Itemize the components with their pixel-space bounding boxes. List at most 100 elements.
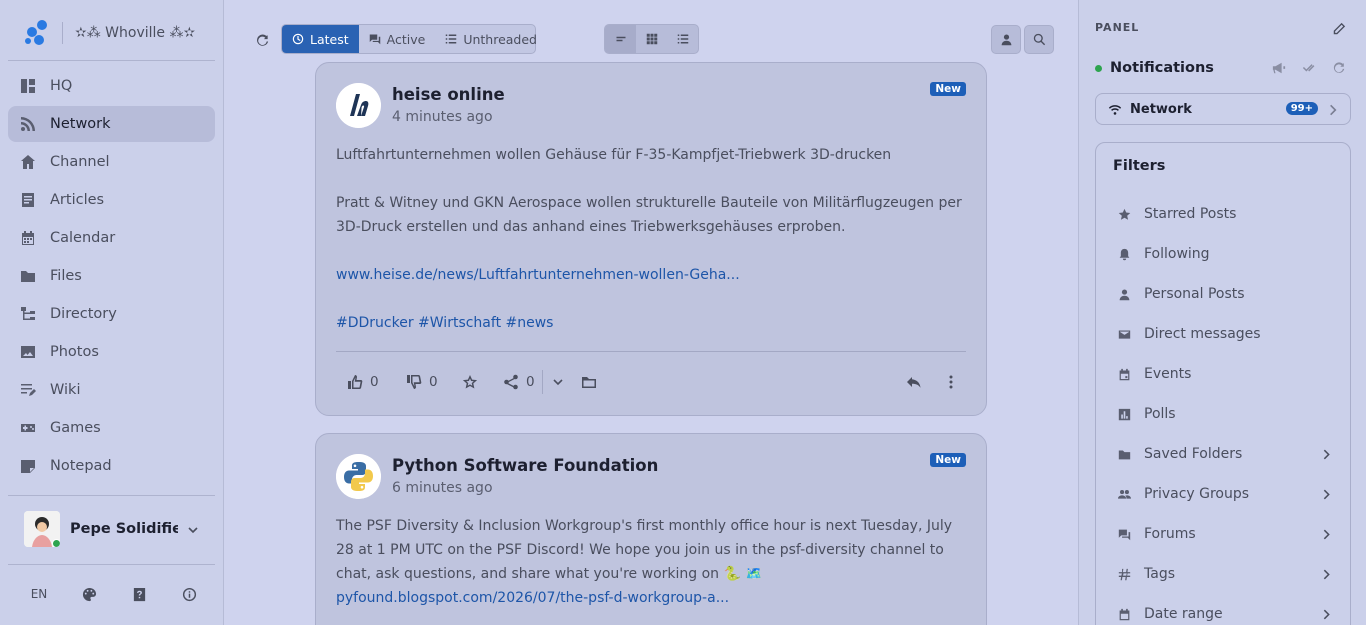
nav-item-articles[interactable]: Articles: [8, 182, 215, 218]
post-link[interactable]: pyfound.blogspot.com/2026/07/the-psf-d-w…: [336, 590, 729, 606]
filter-date-range[interactable]: Date range: [1118, 602, 1332, 625]
palette-icon[interactable]: [74, 584, 104, 604]
tab-unthreaded[interactable]: Unthreaded: [435, 25, 547, 53]
star-button[interactable]: [462, 372, 485, 392]
calendar-icon: [1118, 608, 1131, 621]
chevron-right-icon: [1320, 448, 1332, 460]
nav-label: Files: [50, 268, 82, 284]
post-actions: 0 0 0: [336, 351, 966, 409]
post-tags[interactable]: #DDrucker #Wirtschaft #news: [336, 315, 553, 331]
dislike-button[interactable]: 0: [406, 372, 438, 392]
filter-personal-posts[interactable]: Personal Posts: [1118, 282, 1332, 306]
nav-item-calendar[interactable]: Calendar: [8, 220, 215, 256]
filter-tags[interactable]: Tags: [1118, 562, 1332, 586]
envelope-icon: [1118, 328, 1131, 341]
brand[interactable]: ✫⁂ Whoville ⁂✫: [24, 18, 195, 48]
chevron-down-icon: [186, 522, 200, 536]
network-notifications[interactable]: Network 99+: [1095, 93, 1351, 125]
network-label: Network: [1130, 101, 1192, 117]
filter-saved-folders[interactable]: Saved Folders: [1118, 442, 1332, 466]
filter-events[interactable]: Events: [1118, 362, 1332, 386]
nav-label: Wiki: [50, 382, 81, 398]
filter-starred-posts[interactable]: Starred Posts: [1118, 202, 1332, 226]
post-time[interactable]: 4 minutes ago: [392, 109, 493, 125]
nav-label: Channel: [50, 154, 110, 170]
language-button[interactable]: EN: [24, 584, 54, 604]
brand-separator: [62, 22, 63, 44]
nav-item-photos[interactable]: Photos: [8, 334, 215, 370]
pencil-icon[interactable]: [1332, 21, 1346, 35]
user-menu[interactable]: Pepe Solidifie...: [24, 510, 204, 548]
view-compact-button[interactable]: [605, 25, 636, 53]
divider: [8, 60, 215, 61]
filter-label: Following: [1144, 246, 1210, 262]
more-options-button[interactable]: [943, 372, 966, 392]
nav-label: Network: [50, 116, 111, 132]
folder-icon: [20, 268, 36, 284]
share-button[interactable]: 0: [503, 372, 535, 392]
filter-privacy-groups[interactable]: Privacy Groups: [1118, 482, 1332, 506]
nav-item-notepad[interactable]: Notepad: [8, 448, 215, 484]
group-icon: [1118, 488, 1131, 501]
nav-item-files[interactable]: Files: [8, 258, 215, 294]
divider: [8, 564, 215, 565]
nav-item-network[interactable]: Network: [8, 106, 215, 142]
more-share-dropdown[interactable]: [550, 372, 573, 392]
refresh-icon[interactable]: [1332, 61, 1346, 75]
event-icon: [1118, 368, 1131, 381]
chevron-right-icon: [1320, 528, 1332, 540]
author-avatar[interactable]: [336, 83, 381, 128]
author-filter-button[interactable]: [991, 25, 1021, 54]
author-avatar[interactable]: [336, 454, 381, 499]
filter-label: Date range: [1144, 606, 1223, 622]
notifications-title: Notifications: [1110, 60, 1214, 76]
reply-button[interactable]: [906, 372, 929, 392]
nav-item-hq[interactable]: HQ: [8, 68, 215, 104]
view-list-button[interactable]: [667, 25, 698, 53]
left-sidebar: ✫⁂ Whoville ⁂✫ HQ Network Channel Articl…: [0, 0, 224, 625]
filter-polls[interactable]: Polls: [1118, 402, 1332, 426]
filter-following[interactable]: Following: [1118, 242, 1332, 266]
like-button[interactable]: 0: [347, 372, 379, 392]
nav-item-wiki[interactable]: Wiki: [8, 372, 215, 408]
tab-active[interactable]: Active: [359, 25, 436, 53]
double-check-icon[interactable]: [1302, 61, 1316, 75]
post-link[interactable]: www.heise.de/news/Luftfahrtunternehmen-w…: [336, 267, 740, 283]
filter-direct-messages[interactable]: Direct messages: [1118, 322, 1332, 346]
home-icon: [20, 154, 36, 170]
divider: [542, 370, 543, 394]
chevron-down-icon: [553, 379, 563, 386]
notifications-header: Notifications: [1095, 60, 1214, 76]
new-badge: New: [930, 82, 966, 96]
search-button[interactable]: [1024, 25, 1054, 54]
nav-label: Games: [50, 420, 101, 436]
dashboard-icon: [20, 78, 36, 94]
author-name[interactable]: Python Software Foundation: [392, 456, 658, 475]
calendar-icon: [20, 230, 36, 246]
nav-item-directory[interactable]: Directory: [8, 296, 215, 332]
filter-label: Tags: [1144, 566, 1175, 582]
hubzilla-logo-icon: [24, 19, 50, 47]
save-folder-button[interactable]: [581, 372, 604, 392]
right-panel: PANEL Notifications Network 99+ Filters …: [1078, 0, 1366, 625]
chevron-right-icon: [1320, 568, 1332, 580]
person-icon: [1118, 288, 1131, 301]
view-grid-button[interactable]: [636, 25, 667, 53]
nav-item-channel[interactable]: Channel: [8, 144, 215, 180]
megaphone-icon[interactable]: [1272, 61, 1286, 75]
avatar: [24, 511, 60, 547]
post-time[interactable]: 6 minutes ago: [392, 480, 493, 496]
filter-forums[interactable]: Forums: [1118, 522, 1332, 546]
author-name[interactable]: heise online: [392, 85, 505, 104]
compact-view-icon: [616, 36, 625, 42]
refresh-icon[interactable]: [252, 30, 272, 50]
nav-label: Photos: [50, 344, 99, 360]
rss-icon: [20, 116, 36, 132]
nav-item-games[interactable]: Games: [8, 410, 215, 446]
help-icon[interactable]: [124, 584, 154, 604]
nav-label: Directory: [50, 306, 117, 322]
post-body: The PSF Diversity & Inclusion Workgroup'…: [336, 514, 968, 610]
filters-box: Filters Starred Posts Following Personal…: [1095, 142, 1351, 625]
info-icon[interactable]: [174, 584, 204, 604]
tab-latest[interactable]: Latest: [282, 25, 359, 53]
